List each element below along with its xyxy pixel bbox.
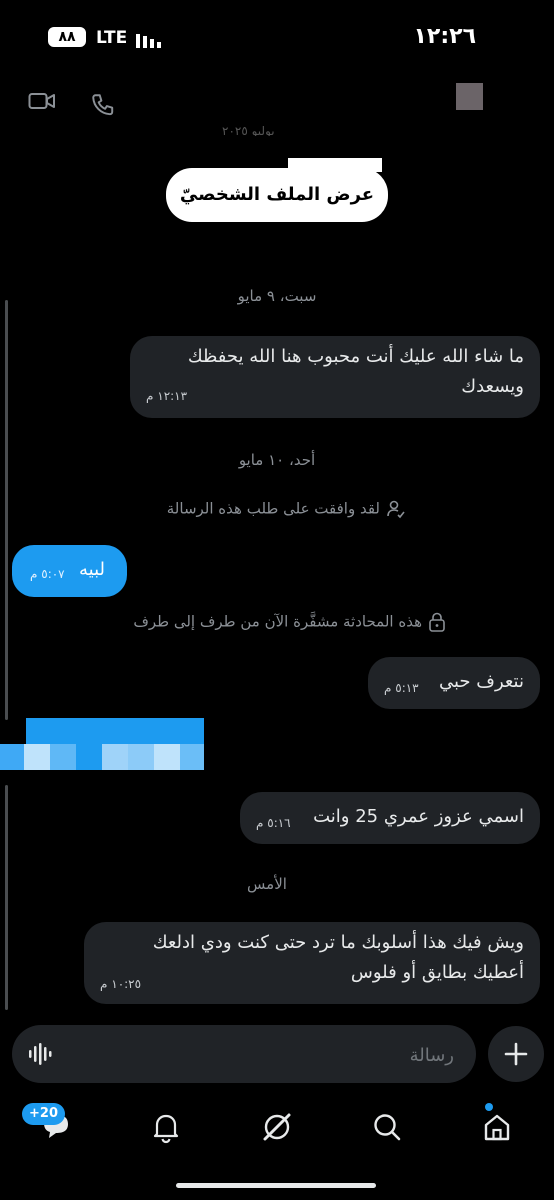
voice-icon[interactable] [28, 1042, 54, 1066]
network-type: LTE [96, 28, 128, 48]
nav-search[interactable] [367, 1107, 407, 1147]
avatar[interactable] [456, 83, 483, 110]
video-icon[interactable] [28, 90, 56, 112]
message-text: ويش فيك هذا أسلوبك ما ترد حتى كنت ودي اد… [152, 932, 524, 983]
message-text: ما شاء الله عليك أنت محبوب هنا الله يحفظ… [187, 346, 524, 397]
nav-home[interactable] [477, 1107, 517, 1147]
phone-icon[interactable] [90, 92, 116, 118]
message-composer [12, 1025, 476, 1083]
message-bubble-incoming[interactable]: اسمي عزوز عمري 25 وانت ٥:١٦ م [240, 792, 540, 844]
conversation-meta: يوليو ٢٠٢٥ [222, 124, 275, 136]
scrollbar[interactable] [5, 300, 8, 720]
message-time: ٥:١٣ م [384, 681, 419, 695]
view-profile-button[interactable]: عرض الملف الشخصيّ [166, 168, 388, 222]
system-message: لقد وافقت على طلب هذه الرسالة [146, 499, 406, 519]
battery-indicator: ٨٨ [48, 27, 86, 47]
system-message: هذه المحادثة مشفَّرة الآن من طرف إلى طرف [110, 612, 446, 632]
message-bubble-outgoing[interactable]: لبيه ٥:٠٧ م [12, 545, 127, 597]
status-time: ١٢:٢٦ [413, 24, 476, 49]
home-icon [484, 1114, 510, 1141]
date-separator: سبت، ٩ مايو [237, 287, 317, 305]
message-time: ١٢:١٣ م [146, 389, 188, 403]
message-time: ١٠:٢٥ م [100, 977, 142, 991]
message-text: نتعرف حبي [439, 671, 524, 692]
message-time: ٥:١٦ م [256, 816, 291, 830]
date-separator: الأمس [247, 875, 287, 893]
message-text: اسمي عزوز عمري 25 وانت [313, 806, 524, 827]
message-time: ٥:٠٧ م [30, 567, 65, 581]
nav-grok[interactable] [257, 1107, 297, 1147]
home-indicator[interactable] [176, 1183, 376, 1188]
date-separator: أحد، ١٠ مايو [238, 451, 316, 469]
home-notification-dot [485, 1103, 493, 1111]
plus-icon [504, 1042, 528, 1066]
grok-icon [263, 1113, 291, 1141]
message-bubble-incoming[interactable]: نتعرف حبي ٥:١٣ م [368, 657, 540, 709]
scrollbar-lower[interactable] [5, 785, 8, 1010]
message-text: لبيه [79, 559, 105, 580]
search-icon [374, 1114, 401, 1141]
messages-badge: +20 [22, 1103, 65, 1125]
message-input[interactable] [92, 1037, 456, 1073]
add-attachment-button[interactable] [488, 1026, 544, 1082]
bell-icon [153, 1114, 179, 1144]
person-check-icon [387, 500, 405, 519]
lock-icon [429, 612, 445, 632]
signal-icon [136, 34, 161, 48]
nav-notifications[interactable] [146, 1107, 186, 1147]
pixelated-image[interactable] [0, 718, 204, 770]
message-bubble-incoming[interactable]: ما شاء الله عليك أنت محبوب هنا الله يحفظ… [130, 336, 540, 418]
status-bar: ٨٨ LTE ١٢:٢٦ [0, 0, 554, 75]
message-bubble-incoming[interactable]: ويش فيك هذا أسلوبك ما ترد حتى كنت ودي اد… [84, 922, 540, 1004]
